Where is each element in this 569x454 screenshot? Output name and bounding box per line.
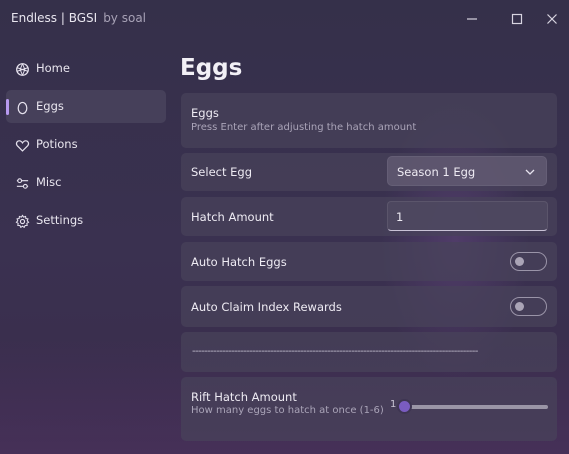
sidebar-item-settings[interactable]: Settings — [6, 204, 166, 237]
sidebar-item-label: Misc — [36, 175, 62, 189]
auto-hatch-label: Auto Hatch Eggs — [191, 255, 287, 269]
hatch-amount-label: Hatch Amount — [191, 210, 274, 224]
active-indicator — [6, 99, 9, 115]
rift-hatch-value: 1 — [390, 399, 397, 410]
sidebar-item-label: Settings — [36, 213, 84, 227]
auto-claim-row: Auto Claim Index Rewards — [181, 286, 557, 327]
section-header-card: Eggs Press Enter after adjusting the hat… — [181, 93, 557, 148]
chevron-down-icon — [525, 169, 535, 175]
sidebar-item-label: Home — [36, 61, 70, 75]
select-egg-value: Season 1 Egg — [397, 165, 476, 179]
minimize-button[interactable] — [458, 7, 486, 31]
rift-hatch-slider-track[interactable] — [403, 405, 548, 409]
auto-claim-toggle[interactable] — [510, 297, 547, 316]
window-title: Endless | BGSI by soal — [11, 11, 146, 25]
rift-hatch-description: How many eggs to hatch at once (1-6) — [191, 405, 384, 416]
home-icon — [14, 61, 30, 77]
sliders-icon — [14, 175, 30, 191]
hatch-amount-input[interactable]: 1 — [387, 201, 548, 231]
select-egg-row: Select Egg Season 1 Egg — [181, 153, 557, 191]
app-name: Endless | BGSI — [11, 11, 98, 25]
sidebar-item-misc[interactable]: Misc — [6, 166, 166, 199]
rift-hatch-slider-handle[interactable] — [397, 399, 412, 414]
page-title: Eggs — [180, 55, 243, 81]
section-title: Eggs — [191, 106, 219, 120]
gear-icon — [14, 213, 30, 229]
auto-hatch-row: Auto Hatch Eggs — [181, 242, 557, 281]
close-icon — [547, 14, 557, 24]
hatch-amount-row: Hatch Amount 1 — [181, 197, 557, 236]
hatch-amount-value: 1 — [396, 210, 404, 224]
sidebar-item-label: Eggs — [36, 99, 64, 113]
app-author: by soal — [103, 11, 147, 25]
sidebar-item-potions[interactable]: Potions — [6, 128, 166, 161]
divider-text: ----------------------------------------… — [192, 346, 478, 357]
section-description: Press Enter after adjusting the hatch am… — [191, 122, 417, 133]
app-window: Endless | BGSI by soal Home Eggs Potions… — [0, 0, 569, 454]
egg-icon — [14, 99, 30, 115]
auto-hatch-toggle[interactable] — [510, 252, 547, 271]
maximize-button[interactable] — [503, 7, 531, 31]
title-bar[interactable]: Endless | BGSI by soal — [0, 0, 569, 38]
rift-hatch-row: Rift Hatch Amount How many eggs to hatch… — [181, 377, 557, 441]
select-egg-label: Select Egg — [191, 165, 252, 179]
minimize-icon — [467, 18, 477, 20]
toggle-knob — [515, 257, 524, 266]
select-egg-dropdown[interactable]: Season 1 Egg — [387, 156, 547, 186]
sidebar: Home Eggs Potions Misc Settings — [6, 52, 166, 242]
divider-row: ----------------------------------------… — [181, 332, 557, 372]
maximize-icon — [511, 13, 523, 25]
auto-claim-label: Auto Claim Index Rewards — [191, 300, 342, 314]
sidebar-item-home[interactable]: Home — [6, 52, 166, 85]
heart-icon — [14, 137, 30, 153]
sidebar-item-eggs[interactable]: Eggs — [6, 90, 166, 123]
rift-hatch-label: Rift Hatch Amount — [191, 390, 297, 404]
toggle-knob — [515, 302, 524, 311]
sidebar-item-label: Potions — [36, 137, 78, 151]
close-button[interactable] — [538, 7, 566, 31]
